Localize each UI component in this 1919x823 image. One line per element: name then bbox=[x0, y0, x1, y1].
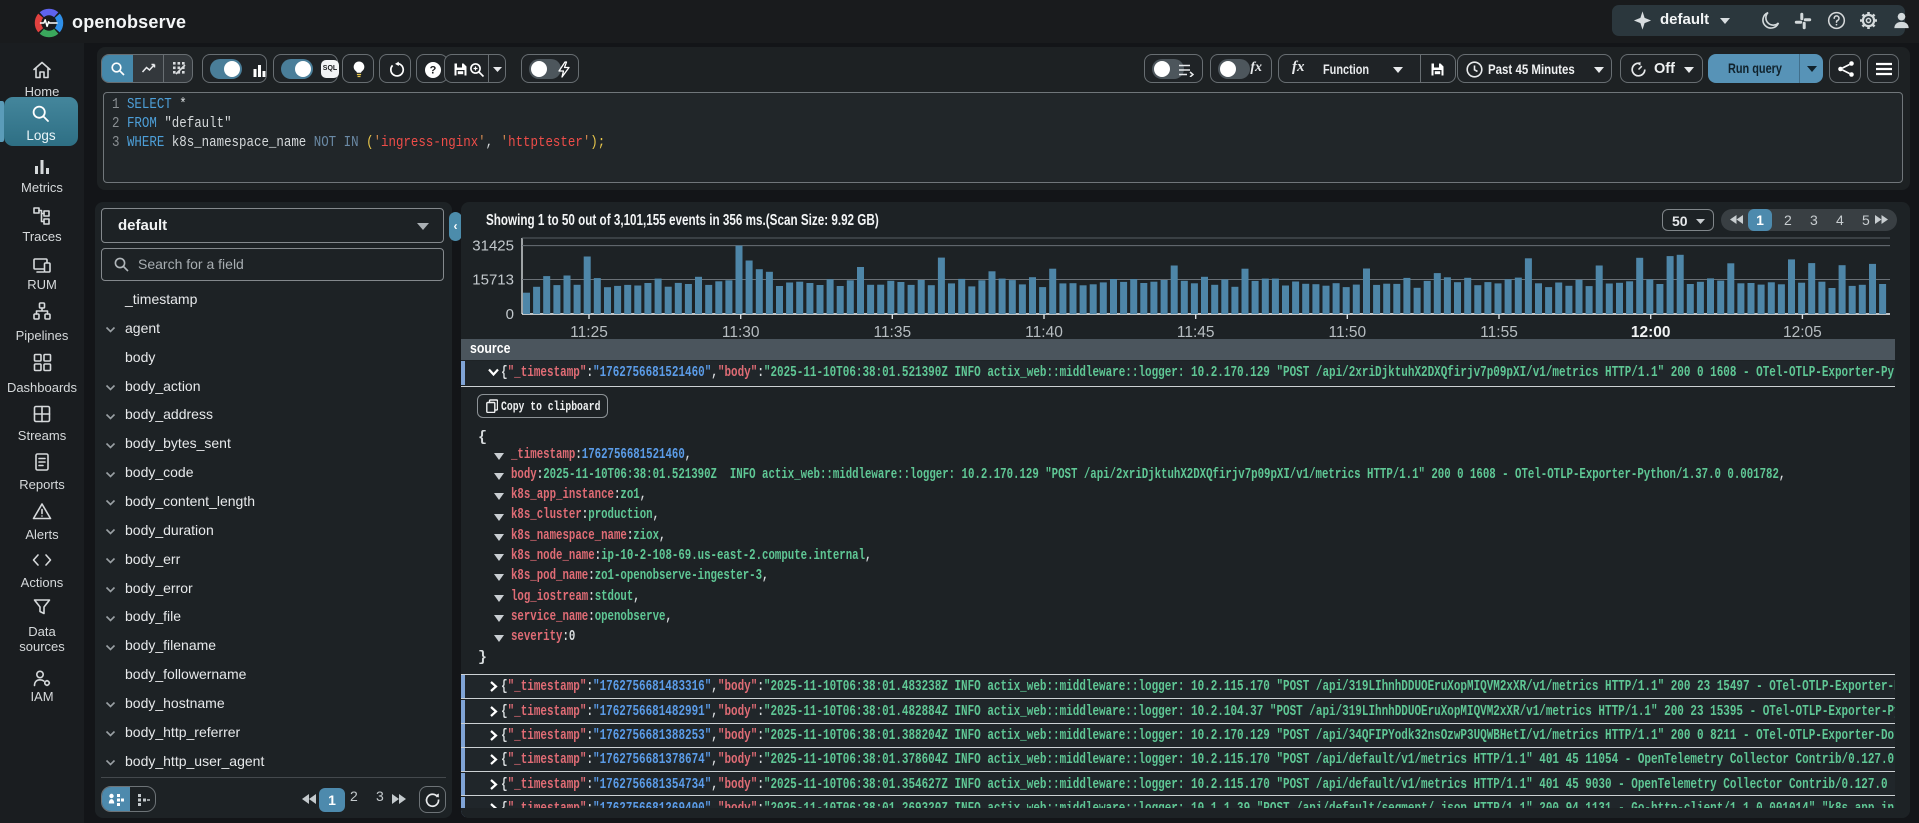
svg-text:31425: 31425 bbox=[472, 238, 514, 255]
svg-text:15713: 15713 bbox=[472, 272, 514, 289]
svg-text:0: 0 bbox=[506, 306, 514, 323]
svg-text:?: ? bbox=[430, 65, 437, 77]
